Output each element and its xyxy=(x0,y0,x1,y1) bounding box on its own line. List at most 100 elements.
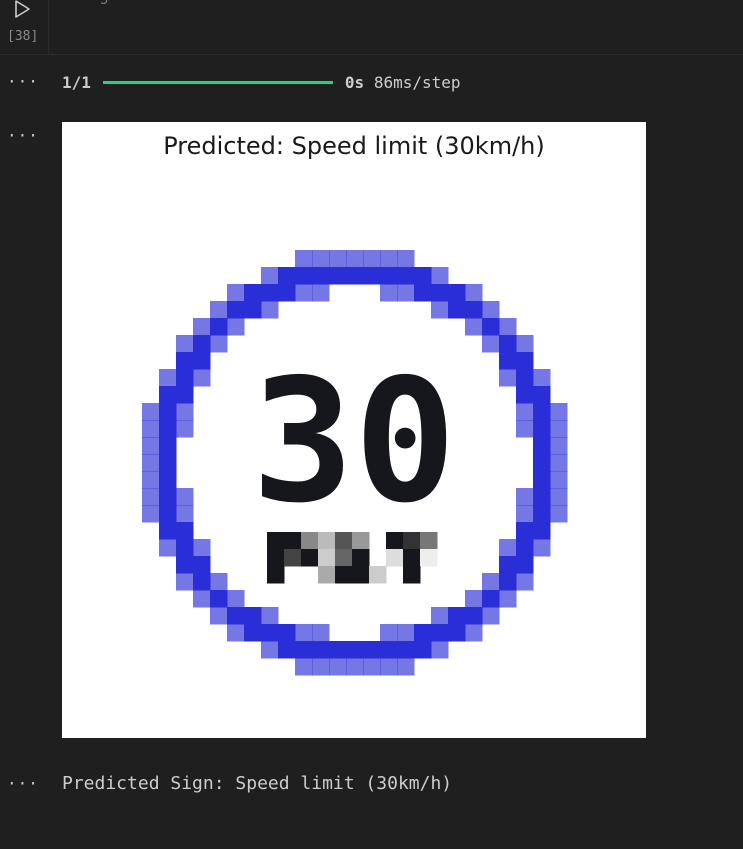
ring-pixel xyxy=(193,352,211,370)
ring-pixel xyxy=(210,573,228,591)
digit-pixel xyxy=(369,566,387,584)
ring-pixel xyxy=(380,641,398,659)
digit-pixel xyxy=(335,549,353,567)
ring-pixel xyxy=(329,250,347,268)
ring-pixel xyxy=(295,658,313,676)
ring-pixel xyxy=(380,658,398,676)
ring-pixel xyxy=(380,284,398,302)
ring-pixel xyxy=(227,284,245,302)
ring-pixel xyxy=(312,658,330,676)
ring-pixel xyxy=(516,522,534,540)
ring-pixel xyxy=(142,403,160,421)
ring-pixel xyxy=(499,335,517,353)
ring-pixel xyxy=(244,284,262,302)
ring-pixel xyxy=(363,267,381,285)
digit-pixel xyxy=(267,549,285,567)
ring-pixel xyxy=(482,607,500,625)
ring-pixel xyxy=(159,539,177,557)
ring-pixel xyxy=(176,556,194,574)
ring-pixel xyxy=(533,420,551,438)
ring-pixel xyxy=(261,607,279,625)
ring-pixel xyxy=(380,250,398,268)
ring-pixel xyxy=(227,590,245,608)
ring-pixel xyxy=(159,488,177,506)
ring-pixel xyxy=(465,624,483,642)
figure-title: Predicted: Speed limit (30km/h) xyxy=(163,132,545,160)
digit-pixel xyxy=(386,549,404,567)
ring-pixel xyxy=(142,437,160,455)
line-number: 5 xyxy=(100,0,109,8)
ring-pixel xyxy=(516,573,534,591)
ring-pixel xyxy=(159,437,177,455)
ring-pixel xyxy=(278,624,296,642)
ring-pixel xyxy=(312,284,330,302)
ring-pixel xyxy=(516,335,534,353)
ring-pixel xyxy=(448,624,466,642)
ring-pixel xyxy=(516,420,534,438)
digit-pixel xyxy=(352,549,370,567)
ring-pixel xyxy=(533,437,551,455)
play-icon[interactable] xyxy=(12,0,32,20)
ring-pixel xyxy=(312,641,330,659)
ring-pixel xyxy=(397,641,415,659)
digit-pixel xyxy=(386,532,404,550)
ring-pixel xyxy=(346,641,364,659)
ring-pixel xyxy=(499,590,517,608)
progress-rate: 86ms/step xyxy=(373,72,461,92)
ring-pixel xyxy=(176,369,194,387)
ring-pixel xyxy=(176,522,194,540)
ring-pixel xyxy=(499,556,517,574)
ring-pixel xyxy=(465,284,483,302)
ring-pixel xyxy=(516,352,534,370)
progress-bar xyxy=(102,80,333,84)
ring-pixel xyxy=(533,386,551,404)
ring-pixel xyxy=(482,573,500,591)
digit-pixel xyxy=(352,532,370,550)
ring-pixel xyxy=(261,641,279,659)
ring-pixel xyxy=(414,267,432,285)
ring-pixel xyxy=(499,573,517,591)
digit-pixel xyxy=(284,532,302,550)
digit-pixel xyxy=(301,532,319,550)
ring-pixel xyxy=(346,250,364,268)
ring-pixel xyxy=(482,301,500,319)
ring-pixel xyxy=(516,556,534,574)
ring-pixel xyxy=(516,369,534,387)
ring-pixel xyxy=(176,488,194,506)
sign-number: 30 xyxy=(252,343,457,541)
progress-bar-fill xyxy=(102,80,333,84)
ring-pixel xyxy=(261,267,279,285)
digit-pixel xyxy=(318,532,336,550)
ring-pixel xyxy=(431,301,449,319)
ring-pixel xyxy=(482,590,500,608)
digit-pixel xyxy=(420,549,438,567)
ring-pixel xyxy=(414,284,432,302)
ring-pixel xyxy=(533,539,551,557)
ring-pixel xyxy=(465,607,483,625)
ring-pixel xyxy=(244,301,262,319)
ring-pixel xyxy=(397,284,415,302)
progress-output: 1/1 0s 86ms/step xyxy=(62,72,461,92)
ring-pixel xyxy=(516,386,534,404)
ellipsis-icon[interactable]: ··· xyxy=(7,128,38,144)
ring-pixel xyxy=(210,318,228,336)
ring-pixel xyxy=(414,624,432,642)
ring-pixel xyxy=(227,624,245,642)
ellipsis-icon[interactable]: ··· xyxy=(7,74,38,90)
ring-pixel xyxy=(533,403,551,421)
ring-pixel xyxy=(312,267,330,285)
ellipsis-icon[interactable]: ··· xyxy=(7,776,38,792)
ring-pixel xyxy=(159,386,177,404)
ring-pixel xyxy=(193,335,211,353)
ring-pixel xyxy=(295,624,313,642)
ring-pixel xyxy=(397,624,415,642)
ring-pixel xyxy=(193,369,211,387)
progress-steps: 1/1 xyxy=(62,72,91,92)
ring-pixel xyxy=(363,250,381,268)
ring-pixel xyxy=(210,590,228,608)
ring-pixel xyxy=(176,573,194,591)
ring-pixel xyxy=(176,505,194,523)
digit-pixel xyxy=(420,532,438,550)
ring-pixel xyxy=(346,267,364,285)
ring-pixel xyxy=(550,454,568,472)
